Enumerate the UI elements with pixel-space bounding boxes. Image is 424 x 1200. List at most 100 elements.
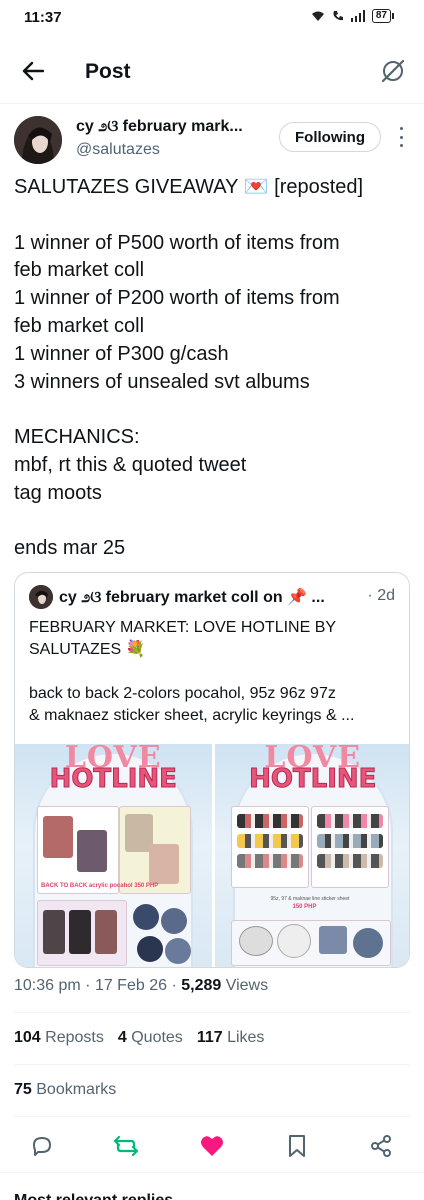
quoted-text-line: SALUTAZES 💐 xyxy=(29,641,146,658)
sticker-row xyxy=(316,854,383,868)
sticker-row xyxy=(316,814,383,828)
keyring-image xyxy=(43,910,65,954)
post-line: 1 winner of P200 worth of items from xyxy=(14,287,340,310)
action-bar xyxy=(0,1129,424,1163)
quoted-text-line: FEBRUARY MARKET: LOVE HOTLINE BY xyxy=(29,619,337,636)
heart-icon xyxy=(201,1136,223,1156)
sticker-row xyxy=(236,834,303,848)
post-line: MECHANICS: xyxy=(14,426,140,449)
more-dot-icon xyxy=(399,127,403,130)
keyring-image xyxy=(69,910,91,954)
quotes-count: 4 xyxy=(117,1029,127,1046)
reposts-label: Reposts xyxy=(45,1029,104,1046)
like-button[interactable] xyxy=(198,1132,226,1160)
quoted-media-grid: LOVE HOTLINE BACK TO BACK acrylic pocaho… xyxy=(15,744,409,967)
button-pin-image xyxy=(161,908,187,934)
quoted-author-name: cy ೨ଓ february market coll on 📌 ... xyxy=(59,589,325,606)
divider xyxy=(14,1064,410,1065)
status-time: 11:37 xyxy=(24,9,62,26)
sticker-row xyxy=(316,834,383,848)
engagement-stats: 104 Reposts 4 Quotes 117 Likes xyxy=(14,1029,264,1047)
wifi-icon xyxy=(311,11,324,21)
photocard-image xyxy=(77,830,107,872)
post-line: SALUTAZES GIVEAWAY 💌 [reposted] xyxy=(14,176,364,198)
quoted-text-spacer xyxy=(29,661,399,683)
media-title: HOTLINE xyxy=(249,764,377,795)
views-count: 5,289 xyxy=(181,977,222,994)
media-image-1[interactable]: LOVE HOTLINE BACK TO BACK acrylic pocaho… xyxy=(15,744,212,967)
media-price: 150 PHP xyxy=(292,904,317,910)
battery-indicator: 87 xyxy=(371,9,395,23)
more-dot-icon xyxy=(399,144,403,147)
sticker-image xyxy=(238,926,273,956)
page-title: Post xyxy=(85,60,131,83)
post-line: mbf, rt this & quoted tweet xyxy=(14,453,247,476)
sticker-image xyxy=(352,928,383,958)
quoted-text-line: back to back 2-colors pocahol, 95z 96z 9… xyxy=(29,685,336,702)
media-label: BACK TO BACK acrylic pocahol 350 PHP xyxy=(41,883,159,889)
signal-icon xyxy=(350,10,365,22)
photocard-image xyxy=(149,844,179,884)
post-line: 3 winners of unsealed svt albums xyxy=(14,370,310,393)
app-header: Post xyxy=(0,44,424,100)
quoted-post[interactable]: cy ೨ଓ february market coll on 📌 ... · 2d… xyxy=(14,572,410,968)
button-pin-image xyxy=(137,936,163,962)
post-line: 1 winner of P500 worth of items from xyxy=(14,231,340,254)
photocard-image xyxy=(43,816,73,858)
reply-button[interactable] xyxy=(28,1132,56,1160)
quoted-author-avatar xyxy=(29,585,53,609)
author-handle[interactable]: @salutazes xyxy=(76,141,160,159)
sticker-row xyxy=(236,854,303,868)
replies-sort-toggle[interactable]: Most relevant replies ⌄ xyxy=(14,1190,191,1200)
divider xyxy=(0,1172,424,1173)
back-button[interactable] xyxy=(18,56,48,86)
post-spacer xyxy=(14,396,410,424)
repost-button[interactable] xyxy=(112,1132,140,1160)
keyring-image xyxy=(95,910,117,954)
quotes-stat[interactable]: 4 Quotes xyxy=(118,1029,183,1047)
share-button[interactable] xyxy=(367,1132,395,1160)
status-bar: 11:37 87 xyxy=(0,0,424,38)
post-date: 17 Feb 26 xyxy=(94,977,167,994)
share-icon xyxy=(371,1135,391,1157)
media-title: HOTLINE xyxy=(49,764,177,795)
call-icon xyxy=(333,11,343,21)
quoted-post-time: · 2d xyxy=(367,587,395,604)
reposts-count: 104 xyxy=(14,1029,41,1046)
more-options-button[interactable] xyxy=(396,127,406,147)
likes-label: Likes xyxy=(227,1029,265,1046)
bookmarks-stat[interactable]: 75 Bookmarks xyxy=(14,1081,116,1099)
bookmark-icon xyxy=(289,1135,305,1157)
sticker-row xyxy=(236,814,303,828)
avatar-image xyxy=(14,116,62,164)
views-label: Views xyxy=(225,977,269,994)
quoted-text-line: & maknaez sticker sheet, acrylic keyring… xyxy=(29,707,355,724)
media-image-2[interactable]: LOVE HOTLINE 95z, 97 & maknae line stick… xyxy=(214,744,409,967)
post-spacer xyxy=(14,202,410,230)
author-name[interactable]: cy ೨ଓ february mark... xyxy=(76,118,266,136)
media-label: 95z, 97 & maknae line sticker sheet xyxy=(270,896,350,902)
following-button[interactable]: Following xyxy=(279,122,381,152)
post-line: 1 winner of P300 g/cash xyxy=(14,342,229,365)
quotes-label: Quotes xyxy=(131,1029,183,1046)
post-meta: 10:36 pm · 17 Feb 26 · 5,289 Views xyxy=(14,977,269,994)
author-avatar[interactable] xyxy=(14,116,62,164)
likes-count: 117 xyxy=(196,1029,223,1046)
button-pin-image xyxy=(165,938,191,964)
post-text: SALUTAZES GIVEAWAY 💌 [reposted] 1 winner… xyxy=(14,174,410,563)
quoted-post-text: FEBRUARY MARKET: LOVE HOTLINE BY SALUTAZ… xyxy=(29,617,399,727)
divider xyxy=(14,1116,410,1117)
divider xyxy=(14,1012,410,1013)
header-divider xyxy=(0,103,424,104)
more-dot-icon xyxy=(399,135,403,139)
bookmark-button[interactable] xyxy=(283,1132,311,1160)
button-pin-image xyxy=(133,904,159,930)
post-line: feb market coll xyxy=(14,259,145,282)
likes-stat[interactable]: 117 Likes xyxy=(197,1029,265,1047)
repost-icon xyxy=(113,1135,139,1157)
bookmarks-label: Bookmarks xyxy=(36,1081,117,1098)
reposts-stat[interactable]: 104 Reposts xyxy=(14,1029,104,1047)
back-arrow-icon xyxy=(22,61,44,81)
grok-button[interactable] xyxy=(378,56,408,86)
sticker-image xyxy=(318,926,347,954)
